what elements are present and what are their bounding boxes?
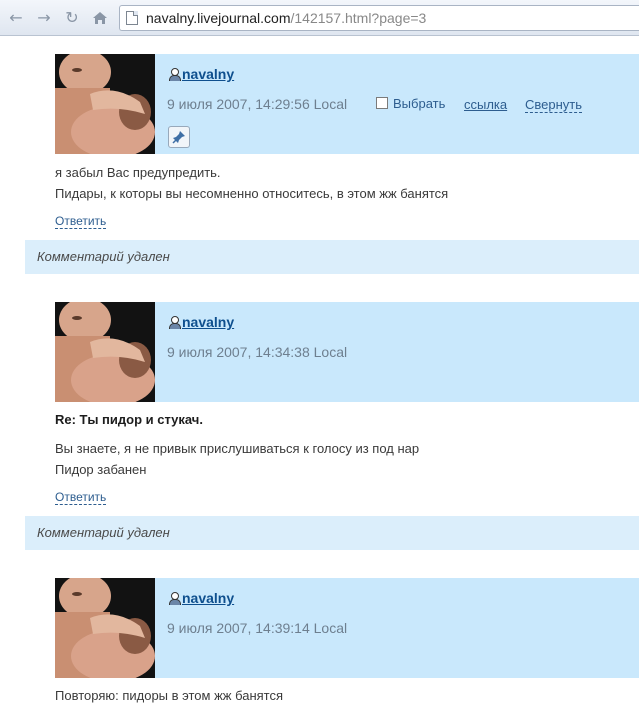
username-link[interactable]: navalny [168, 590, 234, 606]
user-icon [168, 591, 181, 605]
userpic[interactable] [55, 578, 155, 678]
pin-icon [172, 131, 185, 144]
collapse-link[interactable]: Свернуть [525, 97, 583, 113]
userpic[interactable] [55, 302, 155, 402]
checkbox-icon[interactable] [376, 97, 388, 109]
deleted-notice: Комментарий удален [37, 525, 170, 540]
deleted-comment: Комментарий удален [25, 516, 639, 550]
user-icon [168, 315, 181, 329]
address-bar[interactable]: navalny.livejournal.com/142157.html?page… [119, 5, 639, 31]
select-checkbox[interactable]: Выбрать [376, 96, 445, 111]
permalink-link[interactable]: ссылка [464, 97, 507, 112]
comment-date: 9 июля 2007, 14:34:38 Local [167, 344, 348, 360]
deleted-comment: Комментарий удален [25, 240, 639, 274]
comment-header: navalny 9 июля 2007, 14:34:38 Local [55, 302, 639, 402]
deleted-notice: Комментарий удален [37, 249, 170, 264]
forward-icon[interactable]: → [34, 8, 54, 28]
url-text: navalny.livejournal.com/142157.html?page… [146, 10, 427, 26]
reload-icon[interactable]: ↻ [62, 8, 82, 28]
comment-header: navalny 9 июля 2007, 14:39:14 Local [55, 578, 639, 678]
page-icon [126, 11, 138, 25]
back-icon[interactable]: ← [6, 8, 26, 28]
comment-body-line: Пидары, к которы вы несомненно относитес… [55, 186, 449, 201]
comment-date: 9 июля 2007, 14:39:14 Local [167, 620, 348, 636]
pin-button[interactable] [168, 126, 190, 148]
username-link[interactable]: navalny [168, 314, 234, 330]
comment-body-line: Пидор забанен [55, 462, 147, 477]
comment-subject: Re: Ты пидор и стукач. [55, 412, 203, 427]
comment-body-line: я забыл Вас предупредить. [55, 165, 221, 180]
user-icon [168, 67, 181, 81]
home-icon[interactable] [90, 8, 110, 28]
userpic[interactable] [55, 54, 155, 154]
comment-body-line: Повторяю: пидоры в этом жж банятся [55, 688, 284, 703]
comment-body-line: Вы знаете, я не привык прислушиваться к … [55, 441, 420, 456]
reply-link[interactable]: Ответить [55, 214, 107, 229]
reply-link[interactable]: Ответить [55, 490, 107, 505]
username-link[interactable]: navalny [168, 66, 234, 82]
comment-header: navalny 9 июля 2007, 14:29:56 Local Выбр… [55, 54, 639, 154]
comment-date: 9 июля 2007, 14:29:56 Local [167, 96, 348, 112]
browser-toolbar: ← → ↻ navalny.livejournal.com/142157.htm… [0, 0, 639, 36]
